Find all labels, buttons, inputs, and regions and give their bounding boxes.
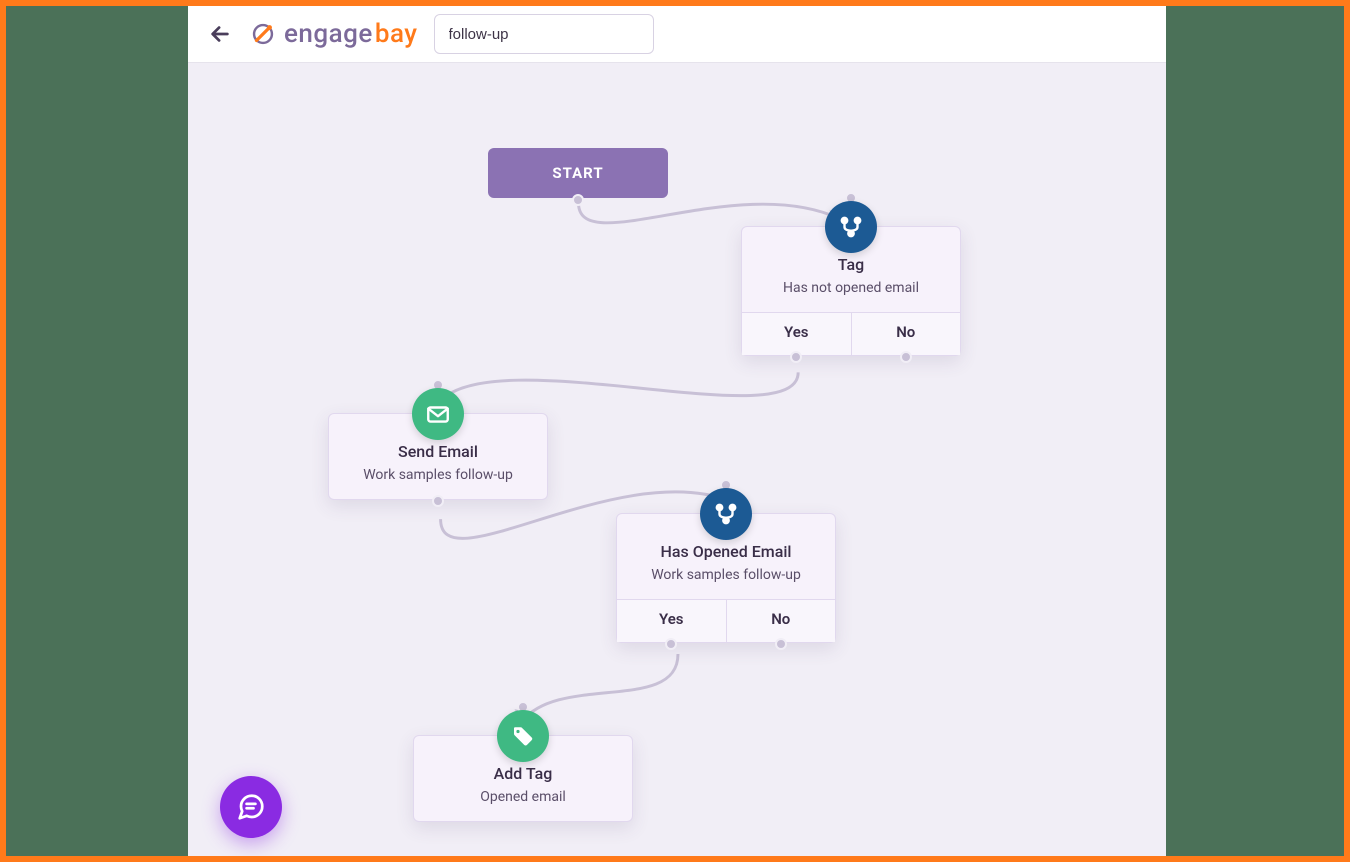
tag-icon [497, 710, 549, 762]
branch-no[interactable]: No [727, 600, 836, 642]
logo-mark-icon [250, 21, 276, 47]
outer-frame: engagebay START [6, 6, 1344, 856]
start-node[interactable]: START [488, 148, 668, 198]
branch-yes-label: Yes [659, 610, 684, 628]
envelope-icon [412, 388, 464, 440]
chat-fab[interactable] [220, 776, 282, 838]
connector-dot[interactable] [432, 495, 444, 507]
branch-row: Yes No [617, 599, 835, 642]
branch-no-label: No [771, 610, 790, 628]
connector-dot[interactable] [665, 638, 677, 650]
back-button[interactable] [206, 20, 234, 48]
workflow-name-input[interactable] [434, 14, 654, 54]
connector-dot[interactable] [790, 351, 802, 363]
branch-yes[interactable]: Yes [742, 313, 852, 355]
connector-dot[interactable] [900, 351, 912, 363]
connector-dot[interactable] [572, 194, 584, 206]
has-opened-email-node[interactable]: Has Opened Email Work samples follow-up … [616, 513, 836, 643]
add-tag-node[interactable]: Add Tag Opened email [413, 735, 633, 822]
branch-icon [825, 201, 877, 253]
connector-dot[interactable] [775, 638, 787, 650]
branch-no[interactable]: No [852, 313, 961, 355]
start-label: START [552, 164, 603, 182]
chat-icon [236, 792, 266, 822]
branch-yes-label: Yes [784, 323, 809, 341]
node-subtitle: Has not opened email [742, 280, 960, 312]
arrow-left-icon [209, 23, 231, 45]
node-subtitle: Opened email [414, 789, 632, 821]
topbar: engagebay [188, 6, 1166, 63]
logo-text-bay: bay [375, 19, 418, 49]
send-email-node[interactable]: Send Email Work samples follow-up [328, 413, 548, 500]
logo: engagebay [250, 19, 418, 49]
branch-row: Yes No [742, 312, 960, 355]
logo-text-engage: engage [284, 19, 373, 49]
branch-yes[interactable]: Yes [617, 600, 727, 642]
node-subtitle: Work samples follow-up [617, 567, 835, 599]
tag-condition-node[interactable]: Tag Has not opened email Yes No [741, 226, 961, 356]
workflow-canvas[interactable]: START Tag Has not opened email Yes N [188, 63, 1166, 856]
app-window: engagebay START [188, 6, 1166, 856]
branch-no-label: No [896, 323, 915, 341]
branch-icon [700, 488, 752, 540]
